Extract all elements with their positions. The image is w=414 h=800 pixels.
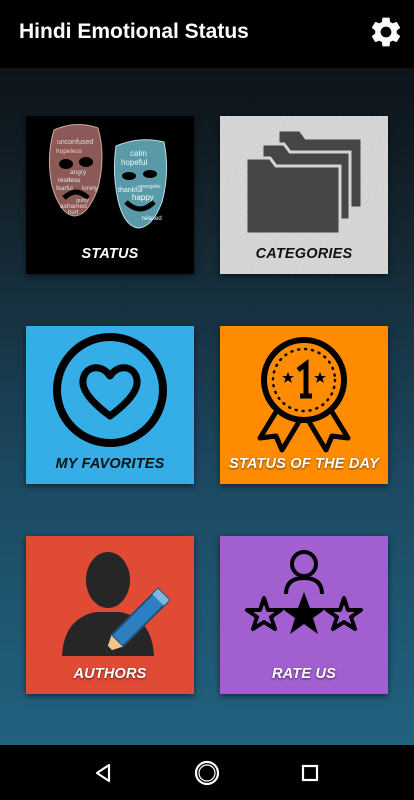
- mask-word: happy: [132, 193, 154, 202]
- mask-word: hurt: [68, 210, 79, 216]
- authors-tile-label: AUTHORS: [73, 666, 147, 682]
- mask-word: angry: [70, 169, 87, 176]
- settings-gear-icon[interactable]: [368, 14, 404, 50]
- app-screen: Hindi Emotional Status unconfused hopele…: [0, 0, 414, 745]
- system-navigation-bar: [0, 745, 414, 800]
- rate-us-tile[interactable]: RATE US: [220, 536, 388, 694]
- mask-word: guilty: [76, 198, 89, 204]
- mask-word: hopeless: [56, 148, 83, 155]
- rate-us-tile-label: RATE US: [272, 666, 336, 682]
- home-icon[interactable]: [193, 759, 221, 787]
- authors-tile[interactable]: AUTHORS: [26, 536, 194, 694]
- categories-tile-label: CATEGORIES: [255, 246, 353, 262]
- status-of-the-day-tile[interactable]: STATUS OF THE DAY: [220, 326, 388, 484]
- mask-word: calm: [130, 149, 147, 158]
- back-icon[interactable]: [90, 759, 118, 787]
- status-tile-label: STATUS: [81, 246, 139, 262]
- mask-word: unconfused: [57, 139, 93, 146]
- mask-word: ashamed: [60, 203, 87, 210]
- categories-tile[interactable]: CATEGORIES: [220, 116, 388, 274]
- mask-word: relaxed: [142, 216, 162, 222]
- app-bar: Hindi Emotional Status: [0, 0, 414, 68]
- app-title: Hindi Emotional Status: [19, 20, 249, 43]
- status-of-the-day-tile-label: STATUS OF THE DAY: [228, 456, 379, 472]
- favorites-tile-label: MY FAVORITES: [55, 456, 165, 472]
- mask-word: restless: [58, 177, 81, 184]
- mask-word: fearful: [56, 186, 73, 192]
- mask-word: lonely: [82, 186, 98, 192]
- favorites-tile[interactable]: MY FAVORITES: [26, 326, 194, 484]
- recents-icon[interactable]: [296, 759, 324, 787]
- status-tile[interactable]: unconfused hopeless angry restless fearf…: [26, 116, 194, 274]
- mask-word: hopeful: [121, 158, 147, 167]
